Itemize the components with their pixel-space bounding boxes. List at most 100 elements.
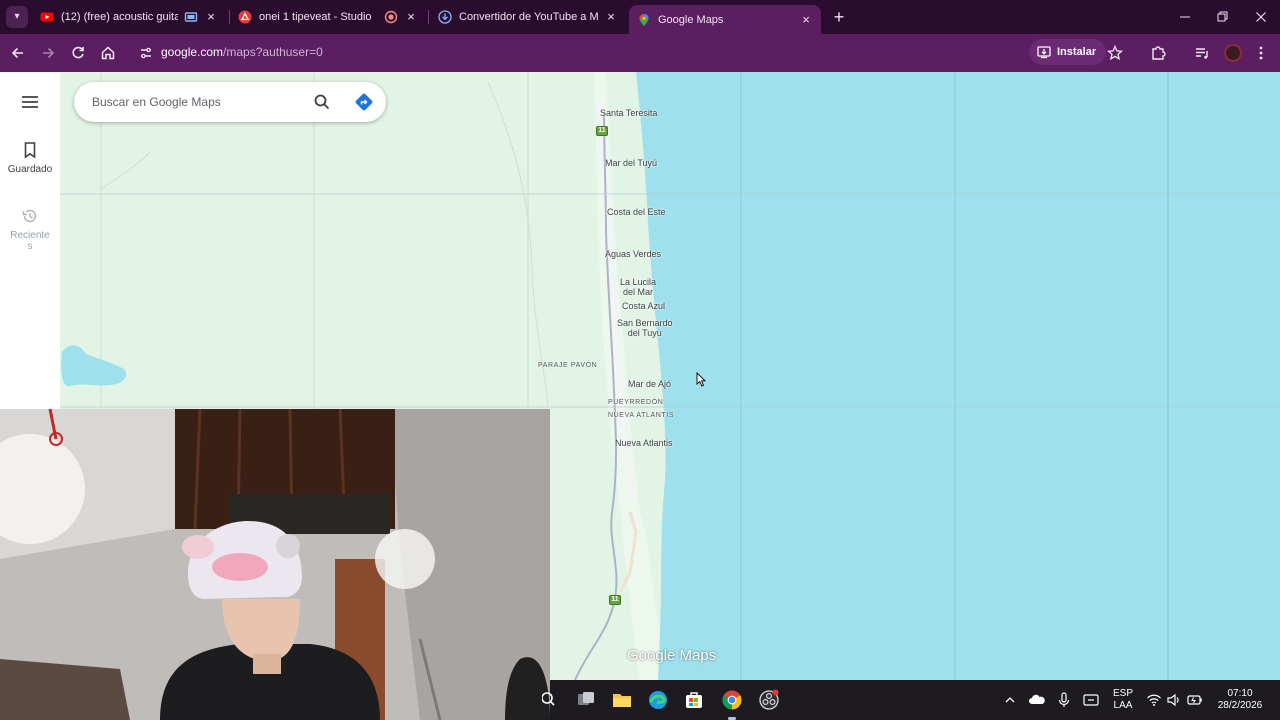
minimize-icon[interactable] [1176,8,1194,26]
tab-studio[interactable]: onei 1 tipeveat - Studio × [230,4,426,30]
tab-youtube[interactable]: (12) (free) acoustic guitar x × [32,4,226,30]
obs-studio-icon[interactable] [758,689,780,711]
tab-title: (12) (free) acoustic guitar x [61,11,178,23]
language-code: ESP [1112,688,1133,699]
webcam-overlay [0,409,550,720]
place-label-line: La Lucila [620,277,657,287]
input-language[interactable]: ESP LAA [1110,688,1136,712]
browser-menu-button[interactable] [1251,43,1271,63]
rail-saved-label: Guardado [7,164,53,175]
place-label[interactable]: Mar del Tuyú [605,158,657,168]
route-shield: 11 [609,595,621,605]
media-controls-button[interactable] [1192,43,1212,63]
place-label[interactable]: Costa del Este [607,207,666,217]
place-label[interactable]: Mar de Ajó [628,379,671,389]
place-label-multiline[interactable]: San Bernardo del Tuyu [617,318,673,338]
address-bar[interactable]: google.com/maps?authuser=0 [132,39,1021,67]
route-shield: 11 [596,126,608,136]
bookmark-star-button[interactable] [1105,43,1125,63]
tab-close-icon[interactable]: × [204,10,218,24]
url-host: google.com [161,45,224,59]
place-label-line: del Mar [623,287,654,297]
more-vertical-icon [1259,46,1263,60]
battery-icon[interactable] [1186,690,1204,710]
search-icon[interactable] [312,92,332,112]
edge-icon[interactable] [647,689,669,711]
place-label[interactable]: Costa Azul [622,301,665,311]
new-tab-button[interactable]: + [830,8,848,26]
search-icon[interactable] [541,689,556,711]
microphone-icon[interactable] [1056,690,1072,710]
cast-icon [184,10,198,24]
tab-separator [428,10,429,24]
home-icon [101,46,115,60]
puzzle-icon [1152,46,1166,60]
place-label[interactable]: Santa Teresita [600,108,657,118]
keyboard-layout: LAA [1113,700,1133,711]
install-label: Instalar [1057,46,1097,58]
place-label-line: del Tuyu [627,328,662,338]
forward-arrow-icon [43,47,55,59]
tab-title: Convertidor de YouTube a MP3 [459,11,598,23]
history-icon [20,206,40,226]
screen-capture-icon[interactable] [1082,690,1100,710]
chrome-icon[interactable] [721,689,743,711]
rail-recent-label-2: s [27,241,33,252]
place-label-multiline[interactable]: La Lucila del Mar [620,277,656,297]
bookmark-icon [20,140,40,160]
onedrive-icon[interactable] [1028,690,1046,710]
browser-toolbar: google.com/maps?authuser=0 Instalar [0,34,1280,72]
close-icon[interactable] [1252,8,1270,26]
google-maps-logo: Google Maps [627,647,717,664]
place-label-line: San Bernardo [617,318,673,328]
back-button[interactable] [8,43,28,63]
rail-saved-button[interactable]: Guardado [0,140,60,175]
directions-icon[interactable] [354,92,374,112]
home-button[interactable] [98,43,118,63]
ocean-area [636,72,1280,680]
tab-title: Google Maps [658,13,724,26]
clock[interactable]: 07:10 28/2/2026 [1214,688,1266,712]
tab-close-icon[interactable]: × [799,12,813,27]
windows-taskbar: ESP LAA 07:10 28/2/2026 [541,680,1280,720]
profile-avatar[interactable] [1224,44,1242,62]
hamburger-menu-icon[interactable] [20,94,40,110]
install-app-button[interactable]: Instalar [1029,39,1107,65]
locality-label[interactable]: NUEVA ATLANTIS [608,411,674,421]
clock-date: 28/2/2026 [1217,700,1263,711]
task-view-icon[interactable] [575,689,597,711]
tab-mp3-converter[interactable]: Convertidor de YouTube a MP3 × [430,4,626,30]
reload-icon [72,46,84,59]
wifi-icon[interactable] [1146,690,1162,710]
reload-button[interactable] [68,43,88,63]
mouse-cursor-icon [696,372,706,387]
tab-google-maps[interactable]: Google Maps × [629,5,821,34]
tab-search-button[interactable]: ▾ [6,6,28,28]
media-queue-icon [1196,48,1208,59]
place-label[interactable]: Aguas Verdes [605,249,661,259]
maps-search-input[interactable] [92,92,292,112]
forward-button[interactable] [38,43,58,63]
maps-search-box [74,82,386,122]
back-arrow-icon [11,47,23,59]
show-hidden-icons-icon[interactable] [1002,690,1018,710]
clock-time: 07:10 [1227,688,1253,699]
site-info-icon[interactable] [138,45,154,61]
tab-close-icon[interactable]: × [604,10,618,24]
locality-label[interactable]: PUEYRREDÓN [608,398,663,408]
tab-title: onei 1 tipeveat - Studio [259,11,372,23]
locality-label[interactable]: PARAJE PAVÓN [538,361,597,371]
rail-recent-button[interactable]: Reciente s [0,206,60,252]
volume-icon[interactable] [1166,690,1182,710]
browser-tab-strip: ▾ (12) (free) acoustic guitar x × onei 1… [0,0,1280,34]
url-text: google.com/maps?authuser=0 [161,45,323,59]
maximize-icon[interactable] [1213,8,1231,26]
extensions-button[interactable] [1148,43,1168,63]
studio-icon [238,10,252,24]
webcam-feed [0,409,550,720]
place-label[interactable]: Nueva Atlantis [615,438,673,448]
file-explorer-icon[interactable] [611,689,633,711]
download-icon [438,10,452,24]
store-icon[interactable] [683,689,705,711]
tab-close-icon[interactable]: × [404,10,418,24]
